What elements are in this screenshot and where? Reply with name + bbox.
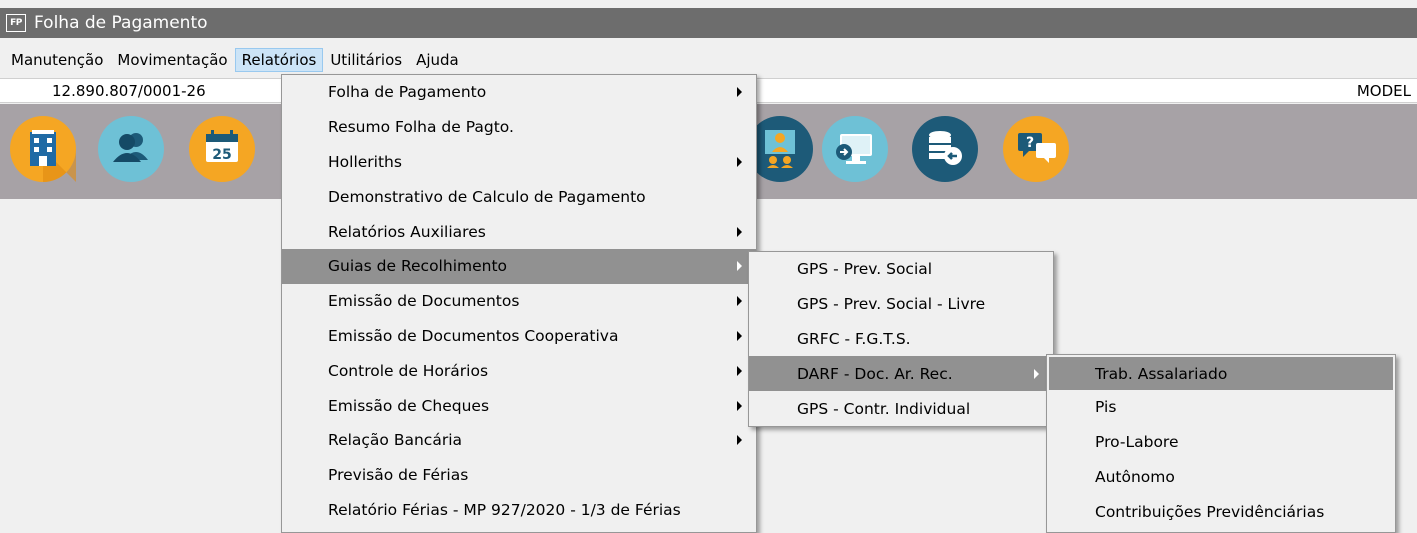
menu-item-label: Pis <box>1095 398 1117 417</box>
svg-text:25: 25 <box>212 147 231 163</box>
relatorios-dropdown: Folha de Pagamento Resumo Folha de Pagto… <box>281 74 757 533</box>
calendar-button[interactable]: 25 <box>189 116 255 182</box>
menu-item-label: Autônomo <box>1095 467 1175 486</box>
help-button[interactable]: ? <box>1003 116 1069 182</box>
menu-item-label: Emissão de Cheques <box>328 396 490 415</box>
submenu-arrow-icon <box>737 261 742 272</box>
submenu-arrow-icon <box>737 296 742 307</box>
menu-utilitarios[interactable]: Utilitários <box>323 48 409 72</box>
monitor-icon <box>822 116 888 182</box>
menu-item-label: GRFC - F.G.T.S. <box>797 329 911 348</box>
submenu-arrow-icon <box>737 87 742 98</box>
menu-item-label: Trab. Assalariado <box>1095 364 1228 383</box>
menu-item-label: Holleriths <box>328 152 402 171</box>
database-icon <box>912 116 978 182</box>
app-icon: FP <box>6 14 26 32</box>
menu-item-label: Controle de Horários <box>328 361 489 380</box>
menu-item-label: GPS - Prev. Social - Livre <box>797 295 986 314</box>
menu-item-resumo-folha[interactable]: Resumo Folha de Pagto. <box>282 110 756 145</box>
menu-item-demonstrativo[interactable]: Demonstrativo de Calculo de Pagamento <box>282 179 756 214</box>
menu-item-guias-de-recolhimento[interactable]: Guias de Recolhimento <box>282 248 756 284</box>
menu-item-label: Emissão de Documentos <box>328 292 520 311</box>
menu-item-contribuicoes-previdenciarias[interactable]: Contribuições Previdênciárias <box>1047 494 1395 529</box>
menu-item-label: Relação Bancária <box>328 431 462 450</box>
menu-item-previsao-ferias[interactable]: Previsão de Férias <box>282 458 756 493</box>
submenu-arrow-icon <box>737 435 742 446</box>
menu-item-autonomo[interactable]: Autônomo <box>1047 460 1395 495</box>
window-title: Folha de Pagamento <box>34 13 208 33</box>
menu-item-emissao-documentos[interactable]: Emissão de Documentos <box>282 284 756 319</box>
submenu-arrow-icon <box>737 400 742 411</box>
menu-item-controle-horarios[interactable]: Controle de Horários <box>282 353 756 388</box>
menu-movimentacao[interactable]: Movimentação <box>110 48 234 72</box>
menu-item-label: Previsão de Férias <box>328 466 469 485</box>
menu-item-gps-contr-individual[interactable]: GPS - Contr. Individual <box>749 391 1053 426</box>
menu-item-relatorio-ferias-mp[interactable]: Relatório Férias - MP 927/2020 - 1/3 de … <box>282 493 756 528</box>
darf-submenu: Trab. Assalariado Pis Pro-Labore Autônom… <box>1046 354 1396 533</box>
submenu-arrow-icon <box>737 365 742 376</box>
menu-item-emissao-documentos-cooperativa[interactable]: Emissão de Documentos Cooperativa <box>282 319 756 354</box>
submenu-arrow-icon <box>737 330 742 341</box>
database-button[interactable] <box>912 116 978 182</box>
svg-text:?: ? <box>1026 135 1034 151</box>
users-icon <box>98 116 164 182</box>
help-chat-icon: ? <box>1003 116 1069 182</box>
menu-item-folha-de-pagamento[interactable]: Folha de Pagamento <box>282 75 756 110</box>
title-bar: FP Folha de Pagamento <box>0 8 1417 38</box>
menu-item-label: Resumo Folha de Pagto. <box>328 118 514 137</box>
menu-bar: Manutenção Movimentação Relatórios Utili… <box>0 45 1417 75</box>
menu-item-label: GPS - Contr. Individual <box>797 399 971 418</box>
menu-item-pis[interactable]: Pis <box>1047 390 1395 425</box>
submenu-arrow-icon <box>737 156 742 167</box>
menu-item-label: Pro-Labore <box>1095 433 1179 452</box>
users-button[interactable] <box>98 116 164 182</box>
submenu-arrow-icon <box>1034 368 1039 379</box>
menu-item-label: Relatórios Auxiliares <box>328 222 486 241</box>
menu-item-gps-prev-social-livre[interactable]: GPS - Prev. Social - Livre <box>749 287 1053 322</box>
menu-item-emissao-cheques[interactable]: Emissão de Cheques <box>282 388 756 423</box>
menu-item-pro-labore[interactable]: Pro-Labore <box>1047 425 1395 460</box>
menu-manutencao[interactable]: Manutenção <box>4 48 110 72</box>
guias-submenu: GPS - Prev. Social GPS - Prev. Social - … <box>748 251 1054 427</box>
menu-item-label: Folha de Pagamento <box>328 83 487 102</box>
menu-item-gps-prev-social[interactable]: GPS - Prev. Social <box>749 252 1053 287</box>
menu-item-holleriths[interactable]: Holleriths <box>282 145 756 180</box>
menu-item-trab-assalariado[interactable]: Trab. Assalariado <box>1049 357 1393 390</box>
menu-item-label: DARF - Doc. Ar. Rec. <box>797 364 953 383</box>
monitor-button[interactable] <box>822 116 888 182</box>
menu-relatorios[interactable]: Relatórios <box>234 48 324 72</box>
menu-item-relacao-bancaria[interactable]: Relação Bancária <box>282 423 756 458</box>
building-button[interactable] <box>10 116 76 182</box>
building-icon <box>10 116 76 182</box>
menu-ajuda[interactable]: Ajuda <box>409 48 466 72</box>
menu-item-grfc-fgts[interactable]: GRFC - F.G.T.S. <box>749 322 1053 357</box>
company-name: MODEL <box>1356 82 1411 100</box>
menu-item-darf[interactable]: DARF - Doc. Ar. Rec. <box>749 356 1053 392</box>
submenu-arrow-icon <box>737 226 742 237</box>
calendar-icon: 25 <box>189 116 255 182</box>
menu-item-label: Emissão de Documentos Cooperativa <box>328 326 619 345</box>
menu-item-label: Guias de Recolhimento <box>328 257 508 276</box>
menu-item-label: Contribuições Previdênciárias <box>1095 502 1325 521</box>
menu-item-label: Demonstrativo de Calculo de Pagamento <box>328 187 646 206</box>
menu-item-label: GPS - Prev. Social <box>797 260 933 279</box>
menu-item-relatorios-auxiliares[interactable]: Relatórios Auxiliares <box>282 214 756 249</box>
company-cnpj: 12.890.807/0001-26 <box>52 82 206 100</box>
menu-item-label: Relatório Férias - MP 927/2020 - 1/3 de … <box>328 500 681 519</box>
